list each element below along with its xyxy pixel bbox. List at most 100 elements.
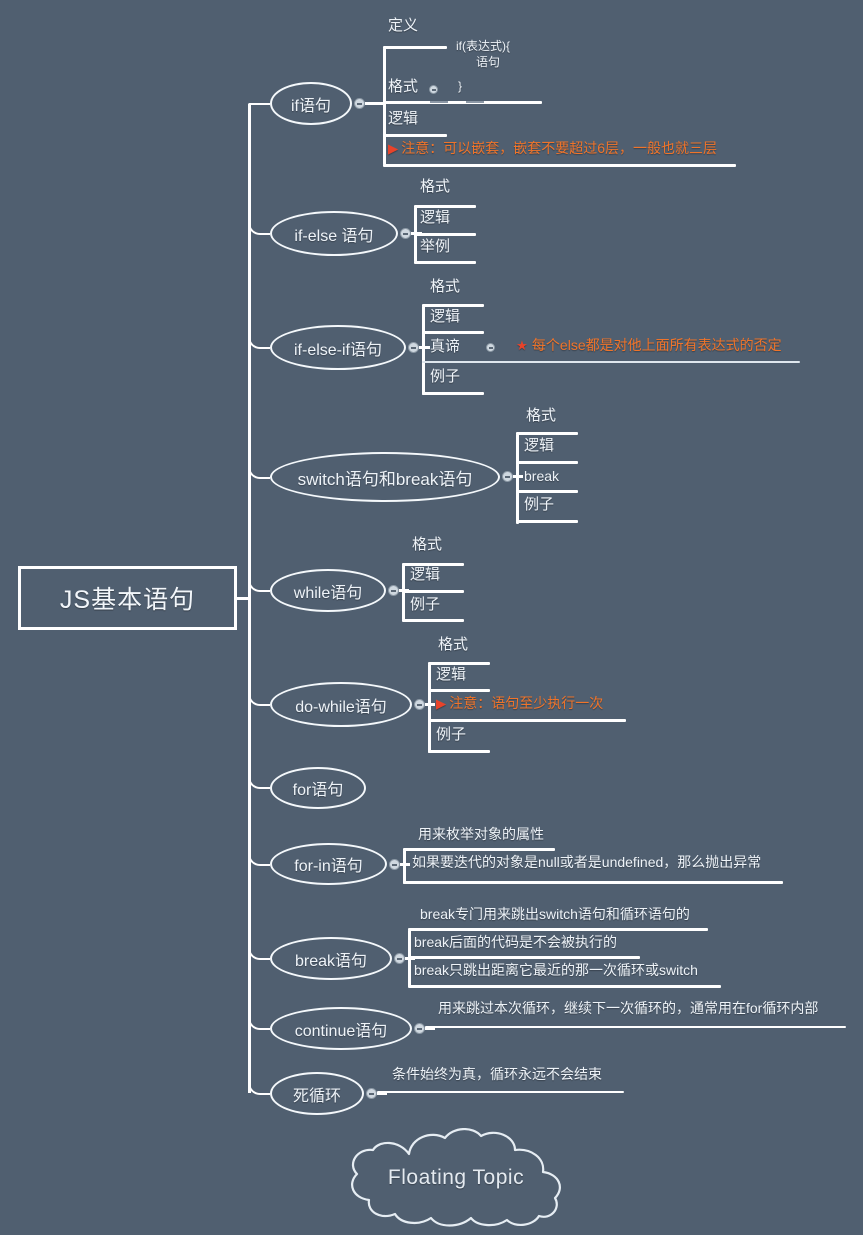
collapse-dot-switch[interactable] <box>502 471 513 482</box>
leaf-dowhile-logic[interactable]: 逻辑 <box>436 666 466 684</box>
leaf-break-purpose[interactable]: break专门用来跳出switch语句和循环语句的 <box>420 906 690 922</box>
leaf-underline-dowhile-format <box>428 662 490 665</box>
leaf-underline-ifelse-format <box>414 205 476 208</box>
floating-topic[interactable]: Floating Topic <box>345 1128 567 1228</box>
leaf-underline-if-definition <box>383 46 447 49</box>
branch-elbow-8 <box>248 852 270 866</box>
topic-break[interactable]: break语句 <box>270 937 392 980</box>
leaf-ifelseif-essence[interactable]: 真谛 <box>430 338 460 356</box>
topic-if-label: if语句 <box>290 97 331 115</box>
mindmap-canvas: JS基本语句 if语句 定义 格式 if(表达式){ 语句 } 逻辑 ▶ 注意：可… <box>0 0 863 1235</box>
leaf-if-logic[interactable]: 逻辑 <box>388 110 418 128</box>
leaf-underline-dowhile-note <box>428 719 626 722</box>
red-flag-icon: ▶ <box>388 141 399 156</box>
leaf-ifelse-example[interactable]: 举例 <box>420 238 450 256</box>
subbranch-bracket-for-in <box>403 850 406 884</box>
leaf-underline-forin-enumerate <box>403 848 555 851</box>
topic-if-else-if-label: if-else-if语句 <box>293 341 382 359</box>
topic-while-label: while语句 <box>293 584 363 602</box>
topic-if[interactable]: if语句 <box>270 82 352 125</box>
topic-for-in-label: for-in语句 <box>294 858 363 875</box>
topic-for[interactable]: for语句 <box>270 767 366 809</box>
leaf-underline-if-note <box>383 164 736 167</box>
leaf-underline-forin-null-undefined <box>403 881 783 884</box>
collapse-dot-continue[interactable] <box>414 1023 425 1034</box>
leaf-ifelseif-example[interactable]: 例子 <box>430 368 460 386</box>
topic-switch-label: switch语句和break语句 <box>297 469 473 489</box>
leaf-while-logic[interactable]: 逻辑 <box>410 566 440 584</box>
collapse-dot-do-while[interactable] <box>414 699 425 710</box>
leaf-underline-continue-desc <box>425 1026 846 1028</box>
collapse-dot-for-in[interactable] <box>389 859 400 870</box>
leaf-infinite-loop-desc[interactable]: 条件始终为真，循环永远不会结束 <box>392 1066 602 1082</box>
leaf-dowhile-format[interactable]: 格式 <box>438 636 468 654</box>
leaf-if-note[interactable]: ▶ 注意：可以嵌套，嵌套不要超过6层，一般也就三层 <box>388 140 717 157</box>
topic-if-else-label: if-else 语句 <box>294 227 374 245</box>
branch-elbow-1 <box>248 103 270 105</box>
leaf-switch-example[interactable]: 例子 <box>524 496 554 514</box>
branch-elbow-11 <box>248 1081 270 1095</box>
leaf-underline-dowhile-logic <box>428 689 490 692</box>
leaf-break-nearest-loop[interactable]: break只跳出距离它最近的那一次循环或switch <box>414 962 698 978</box>
leaf-switch-logic[interactable]: 逻辑 <box>524 437 554 455</box>
red-flag-icon: ▶ <box>436 696 447 711</box>
subbranch-bracket-if-else-if <box>422 306 425 395</box>
leaf-ifelse-logic[interactable]: 逻辑 <box>420 209 450 227</box>
leaf-underline-switch-logic <box>516 461 578 464</box>
leaf-ifelseif-logic[interactable]: 逻辑 <box>430 308 460 326</box>
topic-if-else[interactable]: if-else 语句 <box>270 211 398 256</box>
branch-elbow-5 <box>248 578 270 592</box>
leaf-ifelseif-format[interactable]: 格式 <box>430 278 460 296</box>
branch-elbow-4 <box>248 465 270 479</box>
topic-infinite-loop[interactable]: 死循环 <box>270 1072 364 1115</box>
topic-break-label: break语句 <box>294 952 368 970</box>
leaf-forin-null-undefined[interactable]: 如果要迭代的对象是null或者是undefined，那么抛出异常 <box>412 854 761 870</box>
subbranch-bracket-switch <box>516 434 519 524</box>
branch-elbow-7 <box>248 775 270 789</box>
leaf-continue-desc[interactable]: 用来跳过本次循环，继续下一次循环的，通常用在for循环内部 <box>438 1000 818 1016</box>
leaf-underline-break-nearest-loop <box>408 985 721 988</box>
collapse-dot-if[interactable] <box>354 98 365 109</box>
leaf-ifelse-format[interactable]: 格式 <box>420 178 450 196</box>
root-topic-label: JS基本语句 <box>59 586 196 614</box>
leaf-switch-format[interactable]: 格式 <box>526 407 556 425</box>
topic-for-in[interactable]: for-in语句 <box>270 843 387 885</box>
topic-switch[interactable]: switch语句和break语句 <box>270 452 500 502</box>
leaf-while-format[interactable]: 格式 <box>412 536 442 554</box>
leaf-underline-break-purpose <box>408 928 708 931</box>
leaf-underline-switch-example <box>516 520 578 523</box>
leaf-switch-break[interactable]: break <box>524 468 559 484</box>
leaf-if-definition[interactable]: 定义 <box>388 17 418 35</box>
leaf-underline-while-example <box>402 619 464 622</box>
topic-do-while[interactable]: do-while语句 <box>270 682 412 727</box>
leaf-underline-ifelseif-example <box>422 392 484 395</box>
collapse-dot-infinite-loop[interactable] <box>366 1088 377 1099</box>
tick-if-format-b <box>466 101 484 103</box>
collapse-dot-if-format[interactable] <box>429 85 438 94</box>
leaf-dowhile-note[interactable]: ▶ 注意：语句至少执行一次 <box>436 695 603 712</box>
floating-topic-label: Floating Topic <box>387 1166 525 1189</box>
collapse-dot-ifelseif-essence[interactable] <box>486 343 495 352</box>
leaf-while-example[interactable]: 例子 <box>410 596 440 614</box>
topic-continue[interactable]: continue语句 <box>270 1007 412 1050</box>
leaf-underline-dowhile-example <box>428 750 490 753</box>
leaf-break-after-code[interactable]: break后面的代码是不会被执行的 <box>414 934 617 950</box>
leaf-underline-switch-format <box>516 432 578 435</box>
collapse-dot-if-else[interactable] <box>400 228 411 239</box>
collapse-dot-while[interactable] <box>388 585 399 596</box>
leaf-underline-ifelseif-essence <box>422 361 800 363</box>
collapse-dot-break[interactable] <box>394 953 405 964</box>
topic-do-while-label: do-while语句 <box>295 698 387 716</box>
topic-if-else-if[interactable]: if-else-if语句 <box>270 325 406 370</box>
leaf-if-format[interactable]: 格式 <box>388 78 418 96</box>
leaf-ifelseif-essence-note[interactable]: ★ 每个else都是对他上面所有表达式的否定 <box>516 337 782 354</box>
leaf-underline-ifelseif-logic <box>422 331 484 334</box>
topic-while[interactable]: while语句 <box>270 569 386 612</box>
root-topic[interactable]: JS基本语句 <box>18 566 237 630</box>
collapse-dot-if-else-if[interactable] <box>408 342 419 353</box>
code-if-line3: } <box>458 79 463 93</box>
subbranch-bracket-do-while <box>428 664 431 753</box>
leaf-dowhile-example[interactable]: 例子 <box>436 726 466 744</box>
leaf-forin-enumerate[interactable]: 用来枚举对象的属性 <box>418 826 544 842</box>
branch-elbow-10 <box>248 1016 270 1030</box>
